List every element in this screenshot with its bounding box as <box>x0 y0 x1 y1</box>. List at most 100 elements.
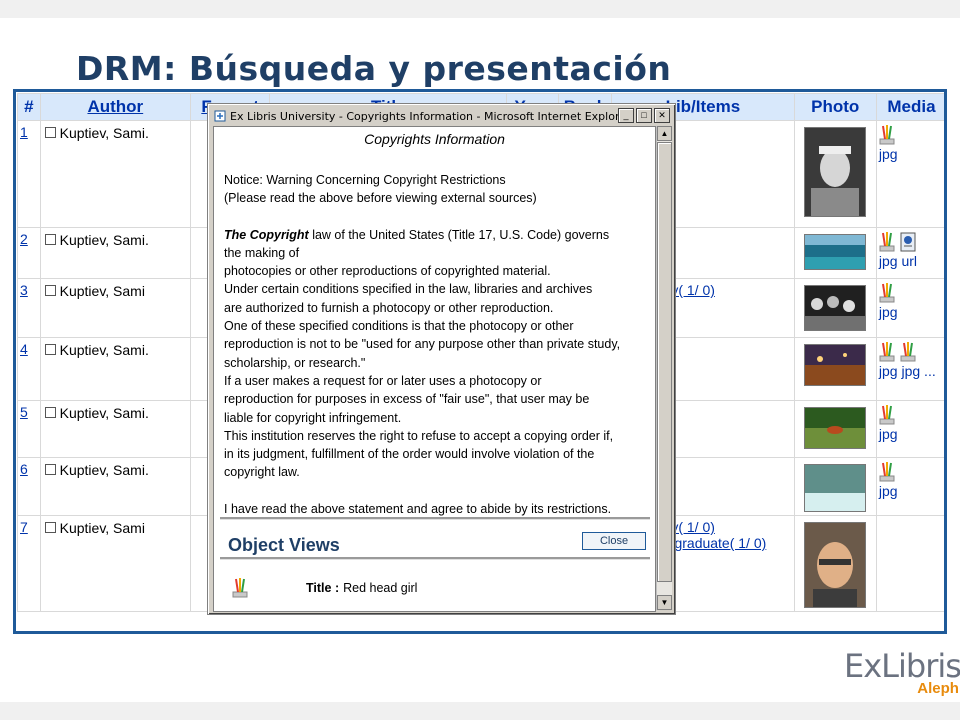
media-label[interactable]: jpg <box>879 304 898 320</box>
copyright-text-line: reproduction for purposes in excess of "… <box>224 392 590 407</box>
jpg-media-icon[interactable] <box>879 404 895 426</box>
copyright-text-line: reproduction is not to be "used for any … <box>224 337 621 352</box>
photo-thumbnail[interactable] <box>804 407 867 449</box>
row-number-link[interactable]: 7 <box>20 519 28 535</box>
slide-title: DRM: Búsqueda y presentación <box>76 49 672 88</box>
copyright-text-line: the making of <box>224 245 300 260</box>
cell-author: Kuptiev, Sami. <box>40 121 190 227</box>
jpg-media-icon[interactable] <box>879 124 895 146</box>
cell-num: 1 <box>18 121 40 227</box>
minimize-button[interactable]: _ <box>618 108 634 123</box>
url-media-icon[interactable] <box>900 231 916 253</box>
object-view-row: Title : Red head girl <box>232 577 417 599</box>
author-name: Kuptiev, Sami. <box>59 405 149 421</box>
column-header-num: # <box>18 94 40 120</box>
row-number-link[interactable]: 3 <box>20 282 28 298</box>
cell-media: jpg <box>876 279 944 337</box>
notice-line: (Please read the above before viewing ex… <box>224 191 537 206</box>
column-header-media: Media <box>876 94 944 120</box>
cell-photo <box>794 401 876 457</box>
cell-photo <box>794 338 876 400</box>
photo-thumbnail[interactable] <box>804 234 867 270</box>
logo-main: ExLibris <box>844 647 960 685</box>
copyright-text-line: This institution reserves the right to r… <box>224 428 614 443</box>
column-header-author[interactable]: Author <box>40 94 190 120</box>
copyright-text-line: copyright law. <box>224 465 300 480</box>
media-label[interactable]: jpg jpg ... <box>879 363 936 379</box>
divider <box>220 557 650 560</box>
cell-num: 5 <box>18 401 40 457</box>
photo-thumbnail[interactable] <box>804 127 867 217</box>
select-checkbox[interactable] <box>44 464 56 475</box>
copyright-popup-window: Ex Libris University - Copyrights Inform… <box>207 103 676 615</box>
popup-titlebar[interactable]: Ex Libris University - Copyrights Inform… <box>211 107 672 125</box>
cell-author: Kuptiev, Sami <box>40 279 190 337</box>
cell-author: Kuptiev, Sami. <box>40 338 190 400</box>
media-label[interactable]: jpg <box>879 426 898 442</box>
media-label[interactable]: jpg url <box>879 253 917 269</box>
copyright-first-rest: law of the United States (Title 17, U.S.… <box>308 227 610 242</box>
ie-window-icon <box>214 110 226 122</box>
select-checkbox[interactable] <box>44 344 56 355</box>
exlibris-logo: ExLibris Aleph <box>844 650 960 697</box>
scroll-up-button[interactable]: ▲ <box>657 126 672 141</box>
row-number-link[interactable]: 5 <box>20 404 28 420</box>
cell-author: Kuptiev, Sami <box>40 516 190 611</box>
row-number-link[interactable]: 4 <box>20 341 28 357</box>
copyright-text-line: If a user makes a request for or later u… <box>224 373 542 388</box>
cell-photo <box>794 121 876 227</box>
select-checkbox[interactable] <box>44 407 56 418</box>
object-views-title: Object Views <box>228 535 340 555</box>
row-number-link[interactable]: 2 <box>20 231 28 247</box>
photo-thumbnail[interactable] <box>804 464 867 512</box>
copyright-text-line: scholarship, or research." <box>224 355 366 370</box>
copyrights-heading: Copyrights Information <box>364 131 505 147</box>
media-label[interactable]: jpg <box>879 483 898 499</box>
scroll-down-button[interactable]: ▼ <box>657 595 672 610</box>
vertical-scrollbar[interactable]: ▲ ▼ <box>656 126 672 610</box>
cell-photo <box>794 458 876 515</box>
cell-num: 6 <box>18 458 40 515</box>
photo-thumbnail[interactable] <box>804 344 867 386</box>
cell-author: Kuptiev, Sami. <box>40 458 190 515</box>
select-checkbox[interactable] <box>44 522 56 533</box>
copyright-text-line: in its judgment, fulfillment of the orde… <box>224 447 595 462</box>
jpg-media-icon[interactable] <box>900 341 916 363</box>
author-name: Kuptiev, Sami. <box>59 462 149 478</box>
close-button[interactable]: Close <box>582 532 646 550</box>
copyright-text-line: photocopies or other reproductions of co… <box>224 264 551 279</box>
copyright-first-line: The Copyright law of the United States (… <box>224 226 655 244</box>
author-name: Kuptiev, Sami. <box>59 232 149 248</box>
copyright-text-line: are authorized to furnish a photocopy or… <box>224 300 554 315</box>
select-checkbox[interactable] <box>44 127 56 138</box>
jpg-media-icon[interactable] <box>232 577 248 599</box>
photo-thumbnail[interactable] <box>804 522 867 608</box>
notice-line: Notice: Warning Concerning Copyright Res… <box>224 173 506 187</box>
notice-text: Notice: Warning Concerning Copyright Res… <box>224 171 655 518</box>
jpg-media-icon[interactable] <box>879 282 895 304</box>
jpg-media-icon[interactable] <box>879 341 895 363</box>
scroll-thumb[interactable] <box>657 142 672 582</box>
cell-media: jpg <box>876 458 944 515</box>
select-checkbox[interactable] <box>44 285 56 296</box>
row-number-link[interactable]: 6 <box>20 461 28 477</box>
cell-media: jpg url <box>876 228 944 278</box>
media-label[interactable]: jpg <box>879 146 898 162</box>
divider <box>220 517 650 520</box>
row-number-link[interactable]: 1 <box>20 124 28 140</box>
author-name: Kuptiev, Sami. <box>59 342 149 358</box>
cell-num: 2 <box>18 228 40 278</box>
jpg-media-icon[interactable] <box>879 231 895 253</box>
popup-content: Copyrights Information Notice: Warning C… <box>213 126 656 612</box>
author-name: Kuptiev, Sami <box>59 283 145 299</box>
photo-thumbnail[interactable] <box>804 285 867 331</box>
maximize-button[interactable]: □ <box>636 108 652 123</box>
close-window-button[interactable]: ✕ <box>654 108 670 123</box>
title-value: Red head girl <box>343 581 418 595</box>
copyright-label: The Copyright <box>224 227 309 242</box>
jpg-media-icon[interactable] <box>879 461 895 483</box>
cell-photo <box>794 228 876 278</box>
cell-num: 3 <box>18 279 40 337</box>
column-header-photo: Photo <box>794 94 876 120</box>
select-checkbox[interactable] <box>44 234 56 245</box>
